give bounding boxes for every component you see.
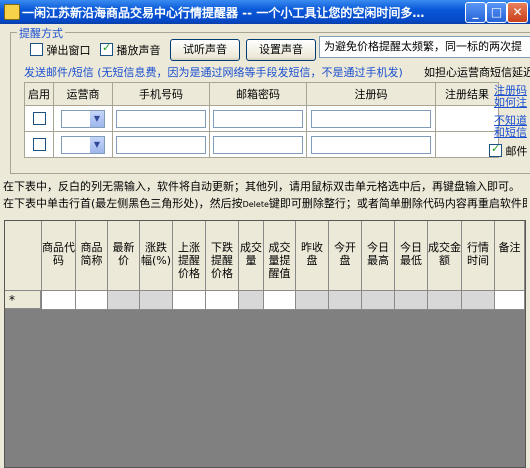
delete-key-label: Delete — [242, 200, 269, 209]
chevron-down-icon[interactable]: ▼ — [90, 136, 104, 153]
quote-grid[interactable]: 商品代码 商品简称 最新价 涨跌幅(%) 上涨提醒价格 下跌提醒价格 成交量 成… — [4, 220, 526, 468]
mail-checkbox[interactable] — [489, 142, 502, 157]
window-title: 一闲江苏新沿海商品交易中心行情提醒器 -- 一个小工具让您的空闲时间多… — [22, 6, 425, 20]
reg-code-input[interactable] — [311, 135, 431, 154]
sms-row: ▼ — [24, 131, 499, 158]
cell-volume-alert[interactable] — [264, 291, 296, 310]
minimize-button[interactable]: _ — [465, 2, 486, 23]
enable-checkbox[interactable] — [32, 137, 46, 151]
test-sound-button[interactable]: 试听声音 — [170, 39, 240, 61]
col-prev-close[interactable]: 昨收盘 — [296, 221, 329, 291]
instruction-text: 键即可删除整行；或者简单删除代码内容再重启软件即可 — [268, 197, 527, 210]
col-reg-result: 注册结果 — [435, 82, 499, 106]
instruction-text: 在下表中单击行首(最左侧黑色三角形处)，然后按 — [3, 197, 243, 210]
password-input[interactable] — [213, 135, 303, 154]
cell-turnover — [428, 291, 462, 310]
col-volume[interactable]: 成交量 — [239, 221, 264, 291]
password-input[interactable] — [213, 109, 303, 128]
maximize-button[interactable]: □ — [486, 2, 507, 23]
sms-row: ▼ — [24, 105, 499, 132]
row-header-corner — [5, 221, 42, 291]
cell-quote-time — [462, 291, 495, 310]
cell-open — [329, 291, 362, 310]
col-password: 邮箱密码 — [209, 82, 307, 106]
col-last-price[interactable]: 最新价 — [108, 221, 140, 291]
col-reg-code: 注册码 — [306, 82, 436, 106]
carrier-delay-note: 如担心运营商短信延迟 — [424, 66, 530, 79]
sms-header-row: 启用 运营商 手机号码 邮箱密码 注册码 注册结果 — [24, 82, 499, 106]
col-remark[interactable]: 备注 — [495, 221, 525, 291]
popup-checkbox[interactable] — [30, 43, 43, 56]
new-row-marker[interactable]: * — [5, 291, 41, 309]
instruction-line-2: 在下表中单击行首(最左侧黑色三角形处)，然后按Delete键即可删除整行；或者简… — [3, 195, 527, 211]
mail-option[interactable]: 邮件 — [489, 142, 528, 159]
phone-input[interactable] — [116, 135, 206, 154]
sound-checkbox[interactable] — [100, 41, 113, 56]
col-rise-alert-price[interactable]: 上涨提醒价格 — [173, 221, 206, 291]
col-phone: 手机号码 — [112, 82, 210, 106]
cell-volume — [239, 291, 264, 310]
how-to-register-link[interactable]: 如何注 — [494, 94, 527, 110]
col-day-low[interactable]: 今日最低 — [395, 221, 428, 291]
sms-link[interactable]: 和短信 — [494, 124, 527, 140]
col-volume-alert[interactable]: 成交量提醒值 — [264, 221, 296, 291]
carrier-select[interactable]: ▼ — [61, 135, 105, 154]
cell-day-high — [362, 291, 395, 310]
popup-label: 弹出窗口 — [46, 44, 91, 57]
col-change-pct[interactable]: 涨跌幅(%) — [140, 221, 173, 291]
sms-heading: 发送邮件/短信 (无短信息费，因为是通过网络等手段发短信，不是通过手机发) — [24, 66, 403, 79]
title-bar[interactable]: 一闲江苏新沿海商品交易中心行情提醒器 -- 一个小工具让您的空闲时间多… _ □… — [0, 0, 530, 24]
main-window: 提醒方式 弹出窗口 播放声音 试听声音 设置声音 为避免价格提醒太频繁，同一标的… — [0, 24, 530, 468]
cell-last-price — [108, 291, 140, 310]
col-open[interactable]: 今开盘 — [329, 221, 362, 291]
reg-code-input[interactable] — [311, 109, 431, 128]
reg-result — [435, 105, 499, 132]
close-button[interactable]: ✕ — [507, 2, 528, 23]
col-fall-alert-price[interactable]: 下跌提醒价格 — [206, 221, 239, 291]
popup-window-option[interactable]: 弹出窗口 — [30, 42, 91, 58]
col-short-name[interactable]: 商品简称 — [76, 221, 108, 291]
chevron-down-icon[interactable]: ▼ — [90, 110, 104, 127]
cell-code[interactable] — [42, 291, 76, 310]
app-icon — [4, 4, 20, 20]
set-sound-button[interactable]: 设置声音 — [246, 39, 316, 61]
cell-rise-alert[interactable] — [173, 291, 206, 310]
sms-settings-table: 启用 运营商 手机号码 邮箱密码 注册码 注册结果 ▼ ▼ — [24, 82, 499, 158]
alert-group-legend: 提醒方式 — [17, 25, 65, 41]
new-row[interactable]: * — [5, 291, 525, 310]
instruction-line-1: 在下表中，反白的列无需输入，软件将自动更新；其他列，请用鼠标双击单元格选中后，再… — [3, 180, 520, 193]
col-enabled: 启用 — [24, 82, 54, 106]
mail-label: 邮件 — [505, 145, 528, 158]
cell-day-low — [395, 291, 428, 310]
enable-checkbox[interactable] — [32, 111, 46, 125]
sound-label: 播放声音 — [116, 44, 161, 57]
alert-interval-note: 为避免价格提醒太频繁，同一标的两次提醒间 — [319, 36, 530, 58]
carrier-select[interactable]: ▼ — [61, 109, 105, 128]
col-quote-time[interactable]: 行情时间 — [462, 221, 495, 291]
col-code[interactable]: 商品代码 — [42, 221, 76, 291]
col-turnover[interactable]: 成交金额 — [428, 221, 462, 291]
col-day-high[interactable]: 今日最高 — [362, 221, 395, 291]
grid-header: 商品代码 商品简称 最新价 涨跌幅(%) 上涨提醒价格 下跌提醒价格 成交量 成… — [5, 221, 525, 291]
cell-short-name[interactable] — [76, 291, 108, 310]
col-carrier: 运营商 — [53, 82, 113, 106]
cell-fall-alert[interactable] — [206, 291, 239, 310]
phone-input[interactable] — [116, 109, 206, 128]
play-sound-option[interactable]: 播放声音 — [100, 41, 161, 58]
cell-change-pct — [140, 291, 173, 310]
cell-prev-close — [296, 291, 329, 310]
cell-remark[interactable] — [495, 291, 525, 310]
